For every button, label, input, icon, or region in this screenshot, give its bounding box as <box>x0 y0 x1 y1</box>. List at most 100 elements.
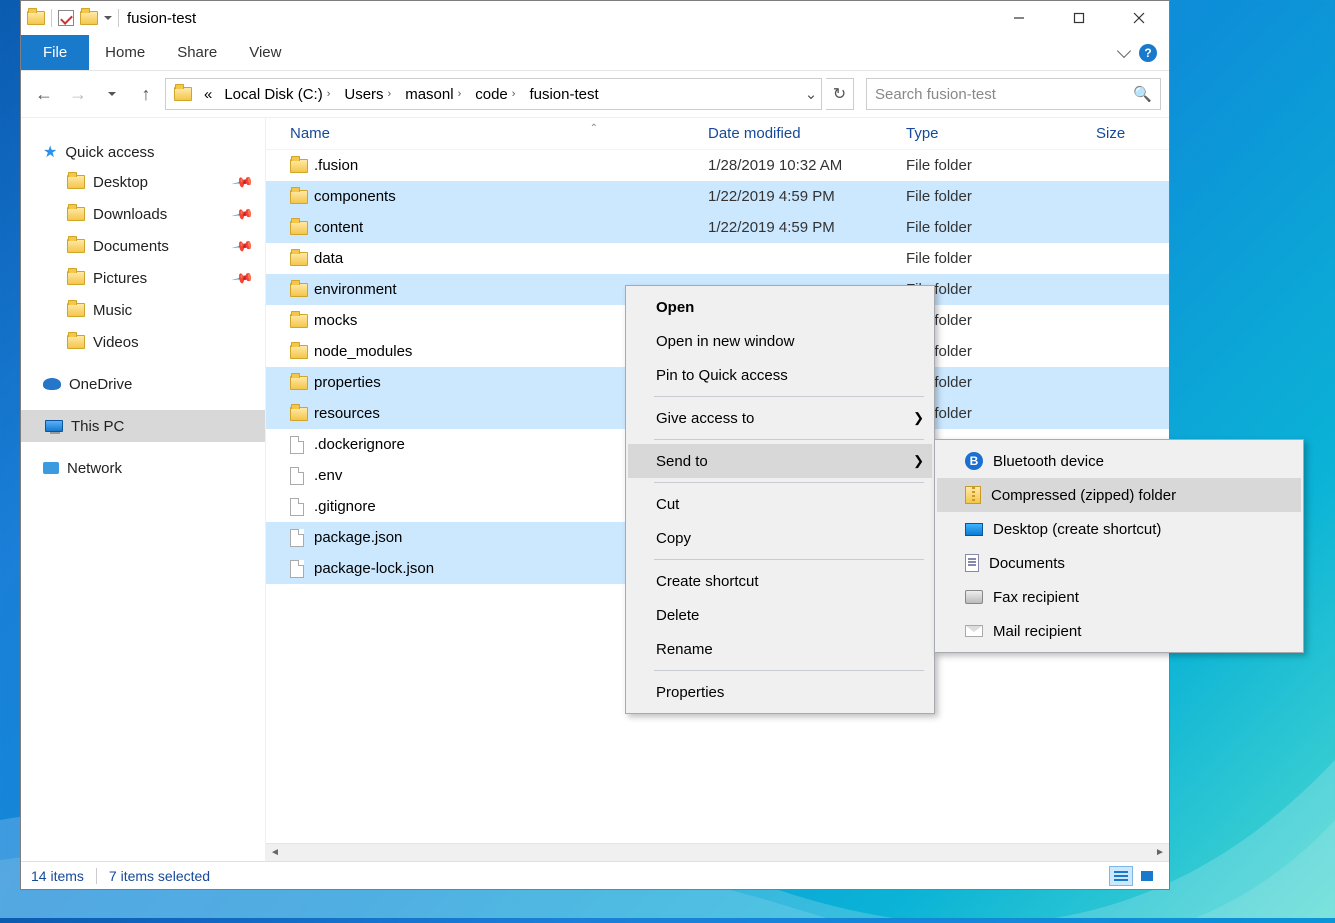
desktop-icon <box>965 523 983 536</box>
breadcrumb-seg[interactable]: fusion-test <box>525 79 602 109</box>
nav-network[interactable]: Network <box>21 454 265 482</box>
scroll-left-icon[interactable]: ◄ <box>266 844 284 861</box>
folder-icon <box>67 303 85 317</box>
col-name[interactable]: Name⌃ <box>290 125 708 142</box>
maximize-button[interactable] <box>1049 1 1109 35</box>
file-icon <box>290 436 304 454</box>
ctx-open-new-window[interactable]: Open in new window <box>628 324 932 358</box>
ctx-create-shortcut[interactable]: Create shortcut <box>628 564 932 598</box>
zip-icon <box>965 486 981 504</box>
file-row[interactable]: content1/22/2019 4:59 PMFile folder <box>266 212 1169 243</box>
folder-icon <box>67 239 85 253</box>
view-details-button[interactable] <box>1109 866 1133 886</box>
status-bar: 14 items 7 items selected <box>21 861 1169 889</box>
chevron-right-icon: ❯ <box>913 453 924 469</box>
breadcrumb-seg[interactable]: Local Disk (C:)› <box>220 79 336 109</box>
sendto-bluetooth[interactable]: BBluetooth device <box>937 444 1301 478</box>
nav-item-music[interactable]: Music <box>21 294 265 326</box>
folder-icon <box>290 252 308 266</box>
file-date: 1/22/2019 4:59 PM <box>708 188 906 205</box>
ctx-delete[interactable]: Delete <box>628 598 932 632</box>
ctx-copy[interactable]: Copy <box>628 521 932 555</box>
scroll-right-icon[interactable]: ► <box>1151 844 1169 861</box>
nav-item-downloads[interactable]: Downloads📌 <box>21 198 265 230</box>
qat-newfolder-icon[interactable] <box>80 11 98 25</box>
separator <box>654 439 924 440</box>
col-size[interactable]: Size <box>1096 125 1169 142</box>
sendto-desktop-shortcut[interactable]: Desktop (create shortcut) <box>937 512 1301 546</box>
file-name: content <box>314 219 708 236</box>
ribbon-expand-icon[interactable] <box>1117 43 1131 57</box>
tab-view[interactable]: View <box>233 35 297 70</box>
tab-file[interactable]: File <box>21 35 89 70</box>
file-row[interactable]: dataFile folder <box>266 243 1169 274</box>
file-name: .fusion <box>314 157 708 174</box>
close-button[interactable] <box>1109 1 1169 35</box>
back-button[interactable]: ← <box>29 79 59 109</box>
forward-button[interactable]: → <box>63 79 93 109</box>
network-icon <box>43 462 59 474</box>
qat-properties-icon[interactable] <box>58 10 74 26</box>
search-input[interactable]: Search fusion-test 🔍 <box>866 78 1161 110</box>
nav-quick-access[interactable]: ★Quick access <box>21 138 265 166</box>
nav-item-pictures[interactable]: Pictures📌 <box>21 262 265 294</box>
star-icon: ★ <box>43 142 57 162</box>
sendto-fax[interactable]: Fax recipient <box>937 580 1301 614</box>
col-type[interactable]: Type <box>906 125 1096 142</box>
ctx-send-to[interactable]: Send to❯ <box>628 444 932 478</box>
file-name: components <box>314 188 708 205</box>
separator <box>654 396 924 397</box>
window-folder-icon <box>27 11 45 25</box>
file-type: File folder <box>906 250 1096 267</box>
breadcrumb-seg[interactable]: code› <box>471 79 521 109</box>
file-row[interactable]: .fusion1/28/2019 10:32 AMFile folder <box>266 150 1169 181</box>
ctx-pin-quick-access[interactable]: Pin to Quick access <box>628 358 932 392</box>
ribbon-tabs: File Home Share View ? <box>21 35 1169 71</box>
ctx-properties[interactable]: Properties <box>628 675 932 709</box>
sendto-mail[interactable]: Mail recipient <box>937 614 1301 648</box>
nav-item-videos[interactable]: Videos <box>21 326 265 358</box>
file-icon <box>290 529 304 547</box>
nav-item-documents[interactable]: Documents📌 <box>21 230 265 262</box>
chevron-right-icon: ❯ <box>913 410 924 426</box>
file-date: 1/22/2019 4:59 PM <box>708 219 906 236</box>
pin-icon: 📌 <box>230 234 254 258</box>
nav-this-pc[interactable]: This PC <box>21 410 265 442</box>
help-icon[interactable]: ? <box>1139 44 1157 62</box>
sendto-documents[interactable]: Documents <box>937 546 1301 580</box>
folder-icon <box>290 221 308 235</box>
folder-icon <box>290 376 308 390</box>
navigation-bar: ← → ↑ « Local Disk (C:)› Users› masonl› … <box>21 71 1169 117</box>
minimize-button[interactable] <box>989 1 1049 35</box>
address-dropdown-icon[interactable]: ⌄ <box>801 85 821 103</box>
tab-home[interactable]: Home <box>89 35 161 70</box>
up-button[interactable]: ↑ <box>131 79 161 109</box>
tab-share[interactable]: Share <box>161 35 233 70</box>
folder-icon <box>67 207 85 221</box>
qat-dropdown-icon[interactable] <box>104 16 112 20</box>
ctx-cut[interactable]: Cut <box>628 487 932 521</box>
col-date[interactable]: Date modified <box>708 125 906 142</box>
ctx-rename[interactable]: Rename <box>628 632 932 666</box>
breadcrumb-seg[interactable]: Users› <box>340 79 397 109</box>
nav-item-desktop[interactable]: Desktop📌 <box>21 166 265 198</box>
folder-icon <box>290 159 308 173</box>
ctx-open[interactable]: Open <box>628 290 932 324</box>
address-bar[interactable]: « Local Disk (C:)› Users› masonl› code› … <box>165 78 822 110</box>
breadcrumb-seg[interactable]: masonl› <box>401 79 467 109</box>
sendto-compressed[interactable]: Compressed (zipped) folder <box>937 478 1301 512</box>
folder-icon <box>290 407 308 421</box>
pin-icon: 📌 <box>230 266 254 290</box>
ctx-give-access-to[interactable]: Give access to❯ <box>628 401 932 435</box>
horizontal-scrollbar[interactable]: ◄ ► <box>266 843 1169 861</box>
view-large-icons-button[interactable] <box>1135 866 1159 886</box>
folder-icon <box>67 271 85 285</box>
file-row[interactable]: components1/22/2019 4:59 PMFile folder <box>266 181 1169 212</box>
folder-icon <box>67 175 85 189</box>
refresh-button[interactable]: ↻ <box>826 78 854 110</box>
title-bar: fusion-test <box>21 1 1169 35</box>
recent-dropdown-icon[interactable] <box>97 79 127 109</box>
breadcrumb-prefix[interactable]: « <box>200 79 216 109</box>
window-title: fusion-test <box>119 10 196 27</box>
nav-onedrive[interactable]: OneDrive <box>21 370 265 398</box>
